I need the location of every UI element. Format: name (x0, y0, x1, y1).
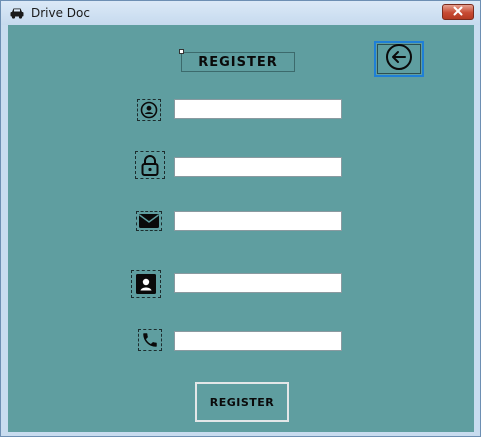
page-title: REGISTER (181, 52, 295, 72)
phone-icon (138, 329, 162, 351)
app-window: Drive Doc REGISTER REGISTER (0, 0, 481, 437)
email-field[interactable] (174, 211, 342, 231)
window-title: Drive Doc (31, 6, 90, 20)
contact-card-icon (131, 270, 161, 298)
register-button[interactable]: REGISTER (195, 382, 289, 422)
password-field[interactable] (174, 157, 342, 177)
back-button-frame (377, 43, 421, 76)
phone-field[interactable] (174, 331, 342, 351)
back-arrow-icon (385, 43, 413, 76)
resize-handle (179, 49, 184, 54)
car-icon (9, 6, 25, 20)
lock-icon (135, 151, 165, 179)
contact-field[interactable] (174, 273, 342, 293)
back-button[interactable] (374, 41, 424, 77)
username-field[interactable] (174, 99, 342, 119)
form-panel: REGISTER REGISTER (8, 25, 474, 432)
user-circle-icon (137, 99, 161, 121)
close-button[interactable] (442, 4, 474, 20)
title-bar[interactable]: Drive Doc (1, 1, 480, 25)
close-icon (453, 3, 463, 21)
envelope-icon (136, 211, 162, 231)
